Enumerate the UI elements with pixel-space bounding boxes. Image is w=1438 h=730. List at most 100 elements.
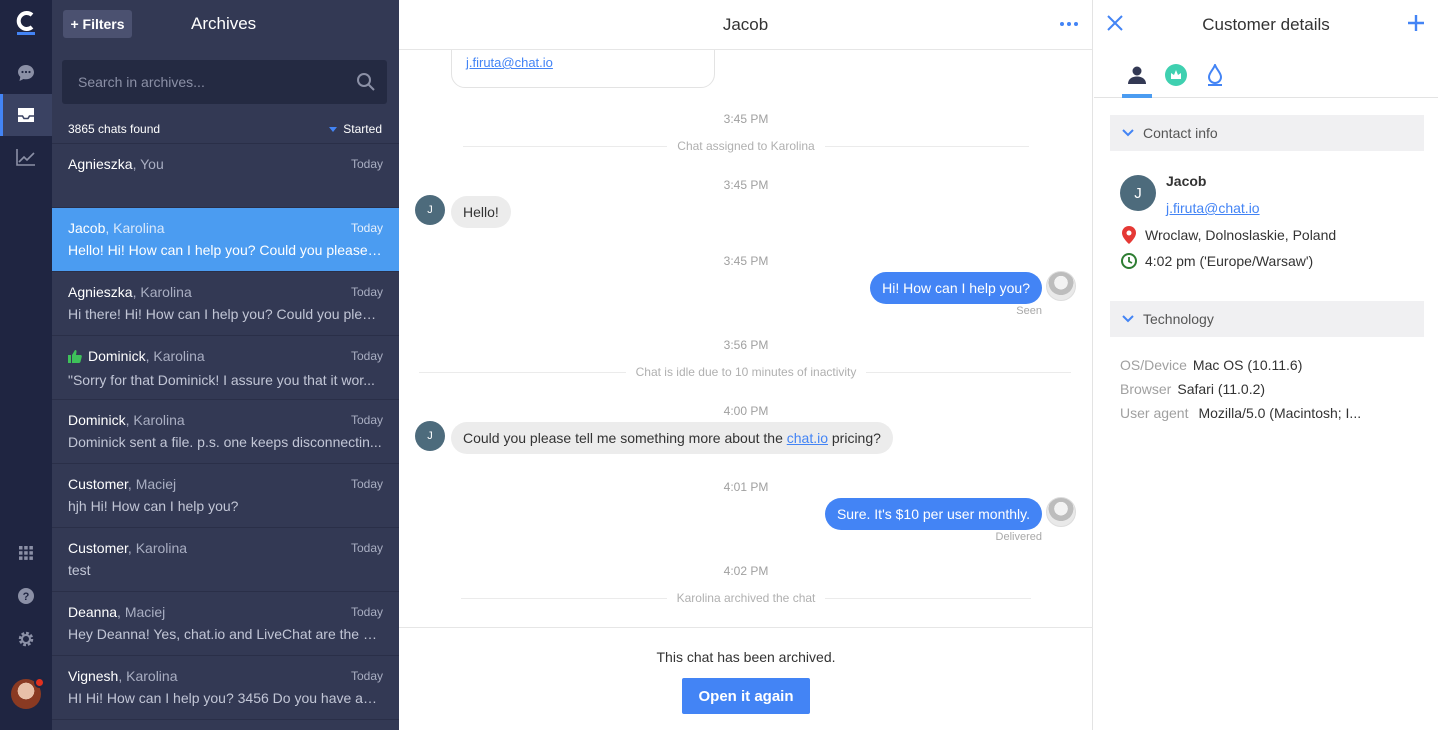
chat-customer-name: Agnieszka [68, 284, 133, 300]
chat-item-names: Agnieszka, Karolina [68, 284, 383, 300]
chat-list-item[interactable]: Jacob, Karolina Today Hello! Hi! How can… [52, 208, 399, 272]
search-input[interactable] [62, 60, 387, 104]
reports-icon[interactable] [0, 136, 52, 178]
archives-icon[interactable] [0, 94, 52, 136]
app-logo[interactable] [14, 9, 38, 35]
chat-date: Today [350, 157, 383, 171]
message-text: pricing? [828, 430, 881, 446]
chat-customer-name: Customer [68, 540, 128, 556]
chat-list-item[interactable]: Customer, Karolina Today test [52, 528, 399, 592]
system-message: Chat assigned to Karolina [399, 139, 1093, 153]
chat-title: Jacob [722, 15, 769, 34]
sort-triangle-icon [329, 126, 338, 132]
location-pin-icon [1120, 226, 1138, 244]
sort-dropdown[interactable]: Started [329, 122, 382, 136]
tech-value: Safari (11.0.2) [1177, 381, 1266, 397]
chat-header: Jacob [399, 0, 1092, 50]
chat-list-item[interactable]: Dominick, Karolina Today "Sorry for that… [52, 336, 399, 400]
system-message-text: Chat is idle due to 10 minutes of inacti… [625, 365, 867, 379]
customer-local-time: 4:02 pm ('Europe/Warsaw') [1145, 253, 1314, 269]
chats-icon[interactable] [0, 52, 52, 94]
tech-value: Mac OS (10.11.6) [1192, 357, 1303, 373]
archives-header: + Filters Archives [52, 0, 399, 50]
tech-row: Browser Safari (11.0.2) [1120, 381, 1265, 397]
chat-agent-name: , Karolina [105, 220, 165, 236]
chat-list-item[interactable]: Dominick, Karolina Today Dominick sent a… [52, 400, 399, 464]
status-dot [34, 677, 45, 688]
search-icon[interactable] [356, 72, 375, 96]
chevron-down-icon [1122, 129, 1134, 137]
more-options-icon[interactable] [1060, 22, 1078, 26]
chat-item-names: Deanna, Maciej [68, 604, 383, 620]
chat-agent-name: , Karolina [118, 668, 178, 684]
chat-preview: test [68, 562, 91, 578]
details-title: Customer details [1202, 15, 1330, 34]
chat-customer-name: Vignesh [68, 668, 119, 684]
customer-location: Wroclaw, Dolnoslaskie, Poland [1145, 227, 1337, 243]
chat-date: Today [350, 349, 383, 363]
email-card: j.firuta@chat.io [451, 50, 715, 88]
email-link[interactable]: j.firuta@chat.io [466, 55, 553, 70]
customer-avatar: J [1120, 175, 1156, 211]
thumbs-up-icon [68, 350, 82, 366]
chat-item-names: Customer, Karolina [68, 540, 383, 556]
chat-list-item[interactable]: Vignesh, Karolina Today HI Hi! How can I… [52, 656, 399, 720]
chat-customer-name: Deanna [68, 604, 118, 620]
contact-info-label: Contact info [1143, 125, 1218, 141]
tab-integration-icon[interactable] [1161, 60, 1191, 90]
timestamp: 4:02 PM [723, 564, 769, 578]
customer-email-link[interactable]: j.firuta@chat.io [1166, 200, 1260, 216]
chat-preview: Hey Deanna! Yes, chat.io and LiveChat ar… [68, 626, 383, 642]
message-link[interactable]: chat.io [787, 430, 828, 446]
chat-customer-name: Dominick [68, 412, 126, 428]
timestamp: 3:45 PM [723, 178, 769, 192]
sort-label: Started [343, 122, 382, 136]
apps-grid-icon[interactable] [0, 532, 52, 574]
chat-item-names: Agnieszka, You [68, 156, 383, 172]
message-bubble-in: Could you please tell me something more … [451, 422, 893, 454]
settings-gear-icon[interactable] [0, 618, 52, 660]
system-message-text: Chat assigned to Karolina [667, 139, 825, 153]
details-header: Customer details [1094, 0, 1438, 50]
add-icon[interactable] [1406, 13, 1426, 38]
system-message-text: Karolina archived the chat [666, 591, 826, 605]
message-bubble-out: Sure. It's $10 per user monthly. [824, 498, 1042, 530]
system-message: Chat is idle due to 10 minutes of inacti… [399, 365, 1093, 379]
chat-list-item[interactable]: Agnieszka, You Today [52, 144, 399, 208]
chat-item-names: Customer, Maciej [68, 476, 383, 492]
chat-preview: Dominick sent a file. p.s. one keeps dis… [68, 434, 382, 450]
chat-date: Today [350, 669, 383, 683]
timestamp: 4:01 PM [723, 480, 769, 494]
open-again-button[interactable]: Open it again [682, 678, 810, 714]
contact-info-section[interactable]: Contact info [1110, 115, 1424, 151]
customer-details-panel: Customer details Contact info J Jacob j.… [1094, 0, 1438, 730]
tech-row: OS/Device Mac OS (10.11.6) [1120, 357, 1302, 373]
chat-customer-name: Jacob [68, 220, 106, 236]
tab-customer-icon[interactable] [1122, 60, 1152, 98]
technology-section[interactable]: Technology [1110, 301, 1424, 337]
filters-button[interactable]: + Filters [63, 10, 132, 38]
tab-drop-icon[interactable] [1200, 60, 1230, 90]
help-icon[interactable]: ? [0, 575, 52, 617]
search-box [62, 60, 387, 104]
chat-panel: Jacob j.firuta@chat.io 3:45 PM Chat assi… [399, 0, 1093, 730]
chat-preview: Hello! Hi! How can I help you? Could you… [68, 242, 383, 258]
chat-agent-name: , You [132, 156, 164, 172]
chat-list-item[interactable]: Deanna, Maciej Today Hey Deanna! Yes, ch… [52, 592, 399, 656]
chat-agent-name: , Maciej [117, 604, 166, 620]
chat-preview: "Sorry for that Dominick! I assure you t… [68, 372, 375, 388]
chat-date: Today [350, 605, 383, 619]
message-status: Seen [1016, 305, 1042, 317]
svg-text:?: ? [23, 591, 30, 603]
chat-list-item[interactable]: Customer, Maciej Today hjh Hi! How can I… [52, 464, 399, 528]
message-feed: j.firuta@chat.io 3:45 PM Chat assigned t… [399, 50, 1093, 627]
chat-customer-name: Customer [68, 476, 128, 492]
chat-agent-name: , Karolina [127, 540, 188, 556]
clock-icon [1120, 253, 1138, 269]
chat-item-names: Vignesh, Karolina [68, 668, 383, 684]
chat-item-names: Dominick, Karolina [68, 348, 383, 366]
chat-item-names: Jacob, Karolina [68, 220, 383, 236]
chat-date: Today [350, 221, 383, 235]
chat-date: Today [350, 541, 383, 555]
chat-list-item[interactable]: Agnieszka, Karolina Today Hi there! Hi! … [52, 272, 399, 336]
